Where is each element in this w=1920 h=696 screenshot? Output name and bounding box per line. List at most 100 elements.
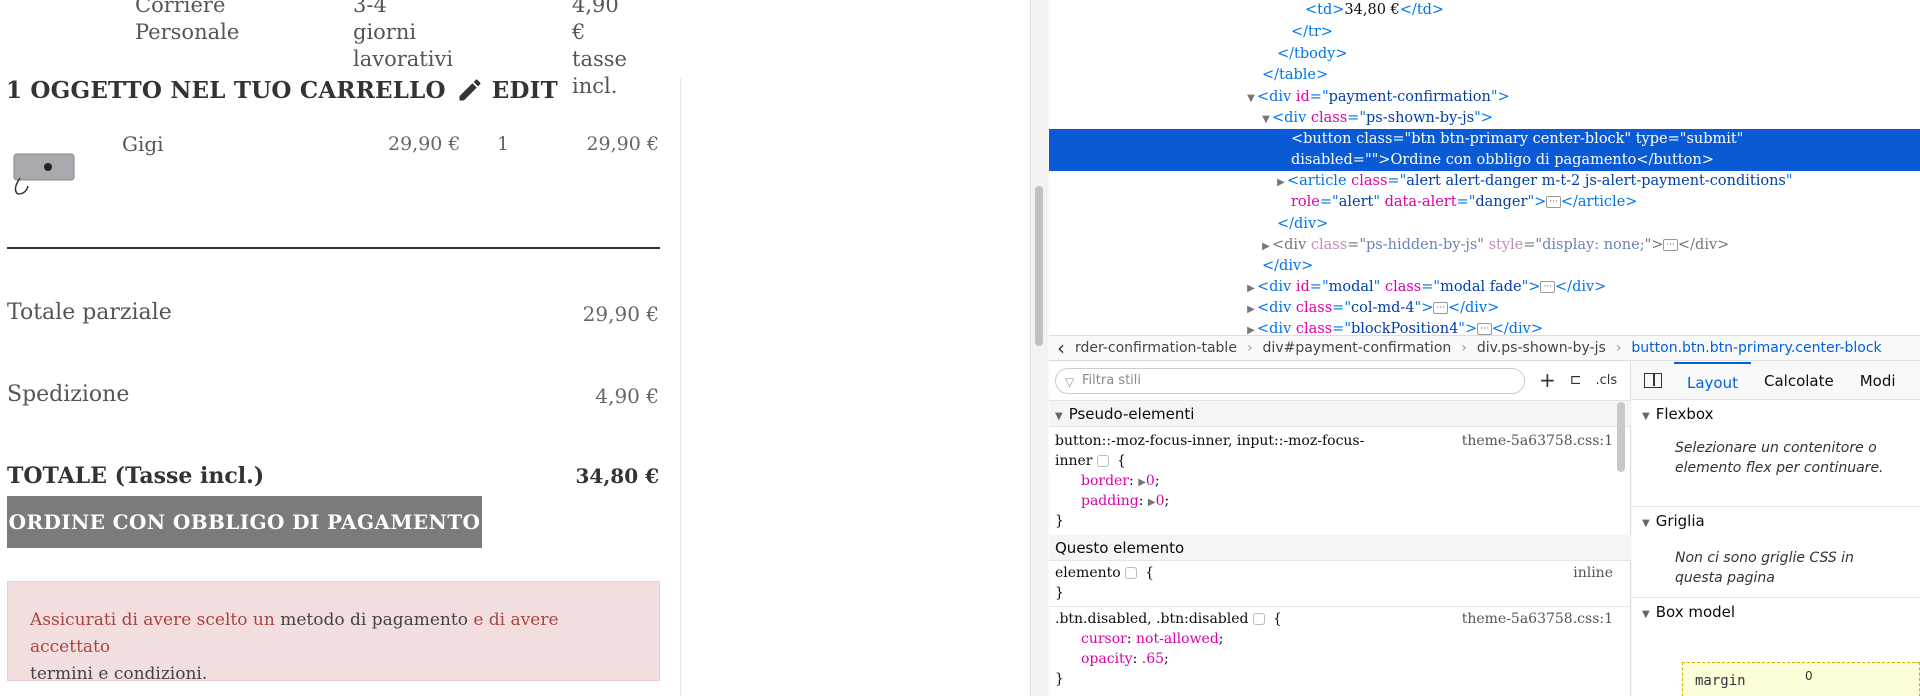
markup-line[interactable]: </div> — [1049, 214, 1920, 235]
pencil-icon — [459, 79, 481, 101]
markup-line[interactable]: ▼ <div class="ps-shown-by-js"> — [1049, 108, 1920, 129]
stylesheet-link[interactable]: theme-5a63758.css:1 — [1462, 431, 1613, 451]
product-name[interactable]: Gigi — [122, 132, 164, 156]
collapsed-content-icon[interactable]: ··· — [1546, 196, 1561, 208]
expand-toggle-icon[interactable]: ▼ — [1245, 88, 1257, 109]
edit-cart-link[interactable]: EDIT — [456, 76, 558, 104]
chevron-right-icon: › — [1615, 340, 1622, 356]
selector-text: .btn.disabled, .btn:disabled — [1055, 611, 1249, 627]
box-model-header[interactable]: ▼ Box model — [1632, 597, 1920, 625]
markup-line[interactable]: ▶ <div class="col-md-4"> ··· </div> — [1049, 298, 1920, 319]
markup-line[interactable]: <td>34,80 €</td> — [1049, 0, 1920, 21]
grid-header[interactable]: ▼ Griglia — [1632, 506, 1920, 534]
shipping-delay: 3-4 giorni lavorativi — [353, 0, 453, 73]
box-model-diagram[interactable]: margin 0 — [1682, 662, 1920, 696]
rules-list: ▼ Pseudo-elementi button::-moz-focus-inne… — [1049, 400, 1631, 696]
markup-line[interactable]: </div> — [1049, 256, 1920, 277]
rule-close: } — [1055, 585, 1064, 601]
expand-toggle-icon[interactable]: ▶ — [1245, 320, 1257, 335]
property-name[interactable]: opacity — [1081, 651, 1133, 667]
markup-line[interactable]: ▶ <article class="alert alert-danger m-t-… — [1049, 171, 1920, 192]
alert-text-4: termini e condizioni — [30, 664, 202, 684]
property-name[interactable]: padding — [1081, 493, 1139, 509]
markup-line[interactable]: </tr> — [1049, 22, 1920, 43]
tab-layout[interactable]: Layout — [1674, 361, 1751, 400]
rule-selector: button::-moz-focus-inner, input::-moz-fo… — [1055, 431, 1625, 451]
rule-settings-icon[interactable] — [1124, 567, 1137, 579]
collapsed-content-icon[interactable]: ··· — [1433, 302, 1448, 314]
rule-settings-icon[interactable] — [1252, 613, 1265, 625]
chevron-left-icon[interactable]: ‹ — [1057, 338, 1065, 358]
declaration[interactable]: opacity: .65; — [1055, 649, 1625, 669]
markup-line-selected[interactable]: <button class="btn btn-primary center-bl… — [1049, 129, 1920, 150]
collapsed-content-icon[interactable]: ··· — [1540, 281, 1556, 293]
expand-toggle-icon[interactable]: ▶ — [1245, 299, 1257, 320]
page-scrollbar-thumb[interactable] — [1035, 186, 1043, 346]
collapsed-content-icon[interactable]: ··· — [1477, 323, 1492, 335]
rules-scrollbar-thumb[interactable] — [1617, 402, 1625, 472]
markup-line[interactable]: </table> — [1049, 65, 1920, 86]
expand-toggle-icon[interactable]: ▼ — [1260, 109, 1272, 130]
property-value[interactable]: 0 — [1156, 493, 1165, 509]
declaration[interactable]: cursor: not-allowed; — [1055, 629, 1625, 649]
subtotal-label: Totale parziale — [7, 300, 172, 325]
markup-line-selected[interactable]: disabled="">Ordine con obbligo di pagame… — [1049, 150, 1920, 171]
collapsed-content-icon[interactable]: ··· — [1663, 239, 1678, 251]
expand-toggle-icon[interactable]: ▶ — [1260, 236, 1272, 257]
markup-line[interactable]: ▶ <div id="modal" class="modal fade"> ··· <… — [1049, 277, 1920, 298]
expand-toggle-icon[interactable]: ▶ — [1275, 172, 1287, 193]
declaration[interactable]: padding: ▶0; — [1055, 491, 1625, 511]
rule-settings-icon[interactable] — [1096, 455, 1109, 467]
breadcrumb-item[interactable]: div#payment-confirmation — [1263, 340, 1452, 356]
selector-text: inner — [1055, 453, 1093, 469]
flexbox-header[interactable]: ▼ Flexbox — [1632, 400, 1920, 428]
shipping-label: Spedizione — [7, 382, 130, 407]
property-name[interactable]: cursor — [1081, 631, 1127, 647]
summary-divider — [7, 247, 660, 249]
rules-panel: ▽ Filtra stili + ⊏ .cls ▼ Pseudo-elementi… — [1049, 362, 1631, 696]
toggle-pseudo-class-icon[interactable]: ⊏ — [1570, 372, 1582, 388]
markup-line[interactable]: ▼ <div id="payment-confirmation"> — [1049, 87, 1920, 108]
markup-line[interactable]: </tbody> — [1049, 44, 1920, 65]
margin-value[interactable]: 0 — [1805, 669, 1813, 683]
declaration[interactable]: border: ▶0; — [1055, 471, 1625, 491]
breadcrumb-item[interactable]: rder-confirmation-table — [1075, 340, 1237, 356]
breadcrumb-item[interactable]: div.ps-shown-by-js — [1477, 340, 1606, 356]
property-value[interactable]: not-allowed — [1136, 631, 1219, 647]
shipping-value: 4,90 € — [595, 384, 659, 408]
filter-styles-input[interactable]: Filtra stili — [1055, 368, 1525, 394]
rules-toolbar: + ⊏ .cls — [1539, 368, 1617, 392]
tab-computed[interactable]: Calcolate — [1751, 362, 1847, 400]
toggle-sidebar-icon[interactable] — [1644, 373, 1662, 388]
alert-text-1: Assicurati di avere scelto un — [30, 610, 275, 630]
product-unit-price: 29,90 € — [388, 133, 461, 155]
pseudo-elements-header[interactable]: ▼ Pseudo-elementi — [1049, 401, 1631, 427]
markup-line[interactable]: ▶ <div class="blockPosition4"> ··· </div> — [1049, 319, 1920, 335]
alert-text-5: . — [201, 664, 208, 684]
alert-text-2: metodo di pagamento — [274, 610, 474, 630]
sidebar-tabs: Layout Calcolate Modi — [1632, 361, 1920, 400]
rule-selector-cont: inner { — [1055, 453, 1126, 469]
total-value: 34,80 € — [575, 464, 659, 488]
flexbox-note: Selezionare un contenitore o elemento fl… — [1675, 440, 1884, 476]
rule-selector: elemento {inline — [1055, 565, 1613, 581]
price-line-3: incl. — [572, 74, 618, 98]
page-scrollbar[interactable] — [1030, 0, 1048, 696]
tab-changes[interactable]: Modi — [1847, 362, 1909, 400]
carrier-line-2: Personale — [135, 20, 240, 44]
stylesheet-link[interactable]: theme-5a63758.css:1 — [1462, 609, 1613, 629]
markup-view[interactable]: <td>34,80 €</td> </tr> </tbody> </table>… — [1049, 0, 1920, 335]
expand-toggle-icon[interactable]: ▶ — [1245, 278, 1257, 299]
breadcrumb-item-active[interactable]: button.btn.btn-primary.center-block — [1631, 340, 1881, 356]
markup-line[interactable]: role="alert" data-alert="danger"> ··· </ar… — [1049, 192, 1920, 213]
property-value[interactable]: .65 — [1142, 651, 1164, 667]
markup-line[interactable]: ▶ <div class="ps-hidden-by-js" style="dis… — [1049, 235, 1920, 256]
property-name[interactable]: border — [1081, 473, 1129, 489]
total-label: TOTALE (Tasse incl.) — [7, 463, 265, 489]
cart-title: 1 OGGETTO NEL TUO CARRELLO EDIT — [6, 76, 558, 104]
add-rule-icon[interactable]: + — [1539, 368, 1556, 392]
cls-button[interactable]: .cls — [1596, 373, 1618, 388]
property-value[interactable]: 0 — [1146, 473, 1155, 489]
product-thumbnail[interactable] — [8, 150, 78, 196]
order-with-payment-button[interactable]: ORDINE CON OBBLIGO DI PAGAMENTO — [7, 496, 482, 548]
